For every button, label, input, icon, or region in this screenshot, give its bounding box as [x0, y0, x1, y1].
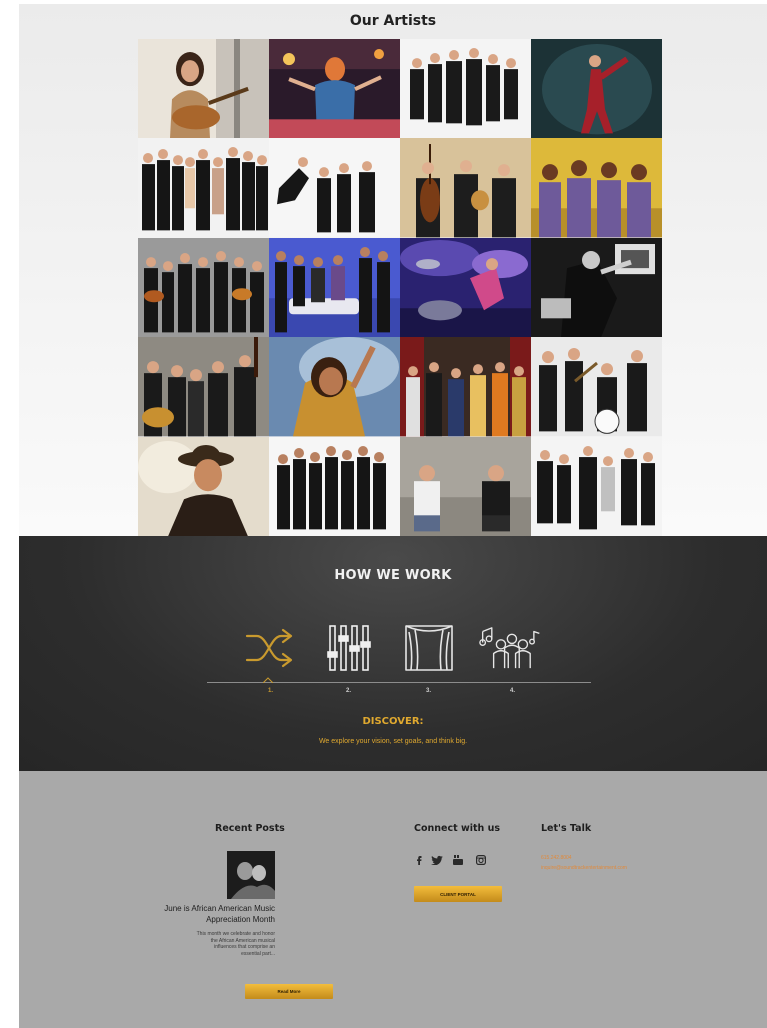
- artists-title: Our Artists: [349, 13, 437, 29]
- artist-tile-8[interactable]: [531, 138, 662, 238]
- artist-tile-7[interactable]: [400, 138, 531, 238]
- post-excerpt: This month we celebrate and honor the Af…: [196, 931, 275, 957]
- post-title[interactable]: June is African American Music Appreciat…: [145, 903, 275, 925]
- client-portal-button[interactable]: CLIENT PORTAL: [414, 886, 502, 902]
- shuffle-icon[interactable]: [241, 622, 297, 674]
- page: Our Artists HOW WE WORK 1. 2. 3. 4. DISC…: [19, 4, 767, 1028]
- artist-tile-6[interactable]: [269, 138, 400, 238]
- connect-heading: Connect with us: [414, 823, 501, 834]
- artist-tile-10[interactable]: [269, 237, 400, 338]
- artist-tile-3[interactable]: [400, 39, 531, 139]
- recent-posts-heading: Recent Posts: [215, 823, 285, 834]
- artist-tile-19[interactable]: [400, 436, 531, 536]
- artist-tile-16[interactable]: [531, 337, 662, 437]
- artist-tile-12[interactable]: [531, 237, 662, 338]
- how-we-work-section: HOW WE WORK 1. 2. 3. 4. DISCOVER: We exp…: [19, 536, 767, 771]
- active-step-description: We explore your vision, set goals, and t…: [318, 738, 468, 745]
- artist-tile-1[interactable]: [138, 39, 269, 139]
- artist-tile-17[interactable]: [138, 436, 269, 536]
- how-we-work-title: HOW WE WORK: [334, 568, 452, 583]
- phone-link[interactable]: 615.242.8004: [541, 855, 572, 861]
- artist-tile-4[interactable]: [531, 39, 662, 139]
- active-step-notch: [263, 677, 273, 683]
- email-link[interactable]: inquire@soundtrackentertainment.com: [541, 865, 627, 871]
- artist-tile-14[interactable]: [269, 337, 400, 437]
- facebook-icon[interactable]: [414, 855, 424, 865]
- lets-talk-heading: Let's Talk: [541, 823, 592, 834]
- step-number-3[interactable]: 3.: [426, 688, 431, 694]
- artists-section: Our Artists: [19, 4, 767, 536]
- artist-tile-2[interactable]: [269, 39, 400, 139]
- step-number-4[interactable]: 4.: [510, 688, 515, 694]
- active-step-title: DISCOVER:: [362, 716, 424, 727]
- artists-grid: [138, 39, 662, 536]
- instagram-icon[interactable]: [476, 855, 486, 865]
- artist-tile-11[interactable]: [400, 237, 531, 338]
- youtube-icon[interactable]: [453, 855, 463, 865]
- artist-tile-20[interactable]: [531, 436, 662, 536]
- artist-tile-9[interactable]: [138, 237, 269, 338]
- artist-tile-5[interactable]: [138, 138, 269, 238]
- footer: Recent Posts June is African American Mu…: [19, 771, 767, 1028]
- step-number-1[interactable]: 1.: [268, 688, 273, 694]
- read-more-button[interactable]: Read More: [245, 984, 333, 999]
- step-number-2[interactable]: 2.: [346, 688, 351, 694]
- artist-tile-18[interactable]: [269, 436, 400, 536]
- audience-music-icon[interactable]: [479, 622, 540, 674]
- mixer-sliders-icon[interactable]: [322, 622, 378, 674]
- twitter-icon[interactable]: [431, 855, 443, 865]
- stage-curtain-icon[interactable]: [401, 622, 457, 674]
- artist-tile-13[interactable]: [138, 337, 269, 437]
- post-thumbnail[interactable]: [227, 851, 275, 899]
- artist-tile-15[interactable]: [400, 337, 531, 437]
